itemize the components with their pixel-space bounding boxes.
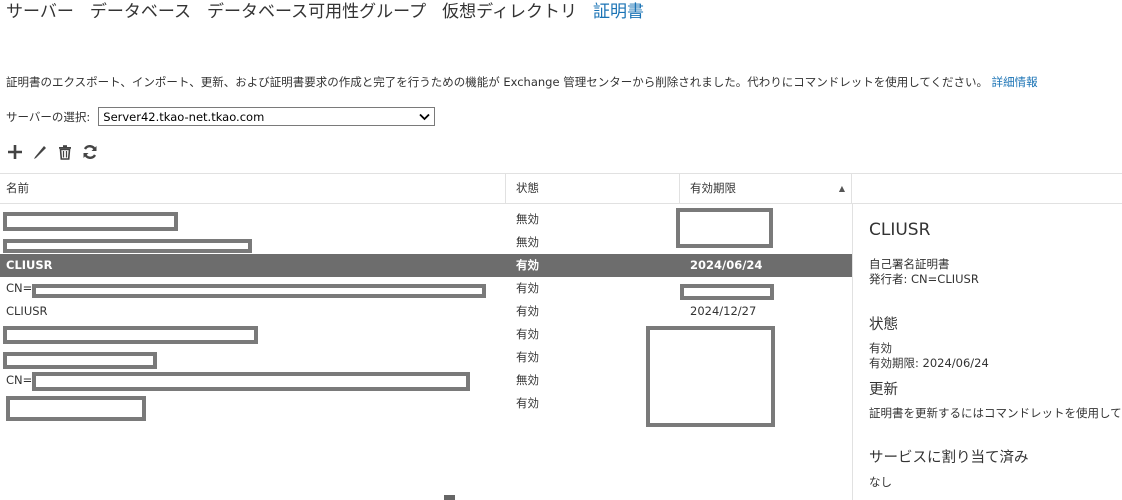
notice-text: 証明書のエクスポート、インポート、更新、および証明書要求の作成と完了を行うための… (6, 75, 988, 89)
redaction-box (3, 239, 252, 253)
sort-ascending-icon: ▲ (838, 184, 845, 193)
redaction-box (3, 352, 157, 369)
column-header-expiration[interactable]: 有効期限 ▲ (680, 174, 852, 203)
server-select-label: サーバーの選択: (6, 109, 91, 124)
cell-status: 無効 (516, 373, 539, 387)
tab-servers[interactable]: サーバー (6, 0, 74, 30)
cell-name: CLIUSR (6, 258, 53, 272)
detail-title: CLIUSR (869, 220, 931, 240)
cell-status: 無効 (516, 212, 539, 226)
column-header-expiration-label: 有効期限 (690, 181, 736, 195)
detail-renew-heading: 更新 (869, 382, 898, 398)
server-selector-row: サーバーの選択: Server42.tkao-net.tkao.com (6, 107, 436, 126)
column-header-status[interactable]: 状態 (506, 174, 680, 203)
detail-issuer: 発行者: CN=CLIUSR (869, 272, 979, 286)
cell-status: 有効 (516, 350, 539, 364)
detail-cert-type: 自己署名証明書 (869, 257, 950, 271)
table-row[interactable]: CLIUSR 有効 2024/12/27 (0, 300, 852, 323)
server-select-value: Server42.tkao-net.tkao.com (103, 109, 265, 124)
cell-status: 有効 (516, 304, 539, 318)
tab-dag[interactable]: データベース可用性グループ (207, 0, 426, 30)
add-icon[interactable] (6, 143, 24, 161)
server-select-dropdown[interactable]: Server42.tkao-net.tkao.com (98, 107, 436, 126)
deprecation-notice: 証明書のエクスポート、インポート、更新、および証明書要求の作成と完了を行うための… (6, 74, 1038, 90)
top-nav-tabs: サーバー データベース データベース可用性グループ 仮想ディレクトリ 証明書 (6, 0, 660, 30)
chevron-down-icon (419, 110, 430, 124)
redaction-box (32, 284, 486, 298)
column-header-name[interactable]: 名前 (0, 174, 506, 203)
scrollbar-thumb[interactable] (444, 495, 455, 500)
cell-status: 有効 (516, 327, 539, 341)
redaction-box (32, 372, 470, 391)
refresh-icon[interactable] (81, 143, 99, 161)
cell-status: 無効 (516, 235, 539, 249)
table-row-selected[interactable]: CLIUSR 有効 2024/06/24 (0, 254, 852, 277)
detail-status-value: 有効 (869, 341, 892, 355)
cell-expiration: 2024/12/27 (690, 304, 757, 318)
grid-header: 名前 状態 有効期限 ▲ (0, 173, 1122, 204)
detail-expiration: 有効期限: 2024/06/24 (869, 356, 989, 370)
redaction-box (676, 208, 773, 248)
cell-status: 有効 (516, 281, 539, 295)
cell-name: CN= (6, 281, 33, 295)
redaction-box (6, 396, 146, 421)
redaction-box (3, 326, 258, 344)
redaction-box (680, 284, 774, 300)
cell-name: CN= (6, 373, 33, 387)
tab-databases[interactable]: データベース (90, 0, 191, 30)
tab-certificates[interactable]: 証明書 (593, 0, 644, 30)
toolbar (6, 143, 106, 161)
detail-services-heading: サービスに割り当て済み (869, 450, 1029, 466)
edit-icon[interactable] (31, 143, 49, 161)
cell-name: CLIUSR (6, 304, 48, 318)
detail-services-value: なし (869, 475, 892, 489)
detail-pane: CLIUSR 自己署名証明書 発行者: CN=CLIUSR 状態 有効 有効期限… (852, 204, 1122, 500)
delete-icon[interactable] (56, 143, 74, 161)
cell-expiration: 2024/06/24 (690, 258, 763, 272)
cell-status: 有効 (516, 258, 539, 272)
detail-renew-text: 証明書を更新するにはコマンドレットを使用してください (869, 406, 1122, 420)
redaction-box (3, 212, 178, 231)
cell-status: 有効 (516, 396, 539, 410)
more-info-link[interactable]: 詳細情報 (992, 75, 1038, 89)
redaction-box (646, 326, 775, 427)
tab-virtual-directories[interactable]: 仮想ディレクトリ (442, 0, 577, 30)
detail-status-heading: 状態 (869, 317, 898, 333)
